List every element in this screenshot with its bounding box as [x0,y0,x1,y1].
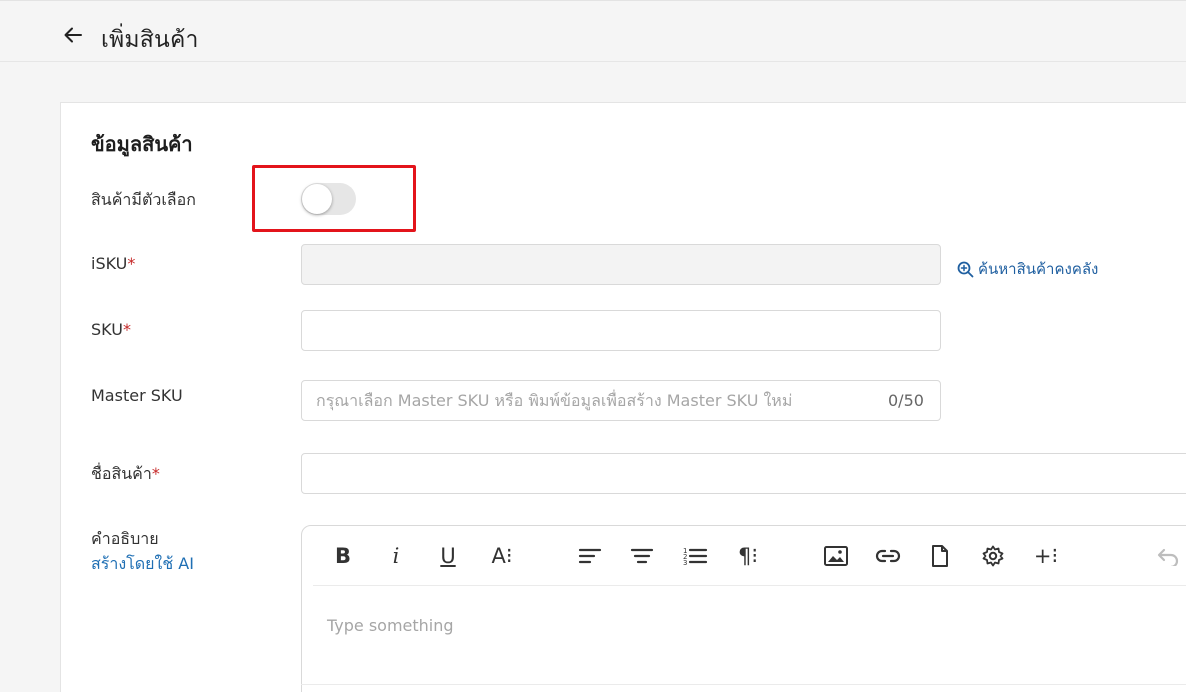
italic-button[interactable]: i [378,540,414,572]
sku-label-text: SKU [91,320,123,339]
product-name-label: ชื่อสินค้า* [91,462,160,487]
isku-label-text: iSKU [91,254,128,273]
section-title: ข้อมูลสินค้า [91,132,193,156]
align-center-icon[interactable] [624,540,660,572]
has-variants-label: สินค้ามีตัวเลือก [91,190,196,209]
product-name-label-text: ชื่อสินค้า [91,464,152,483]
required-mark: * [151,464,160,483]
back-arrow-icon[interactable] [62,24,84,46]
insert-more-button[interactable]: +⁝ [1028,540,1064,572]
search-inventory-link-text: ค้นหาสินค้าคงคลัง [978,260,1099,278]
has-variants-toggle[interactable] [301,183,356,215]
sku-label: SKU* [91,320,131,339]
svg-text:3: 3 [683,559,687,567]
page-title: เพิ่มสินค้า [101,27,199,53]
editor-placeholder: Type something [327,616,454,635]
product-name-input[interactable] [301,453,1186,494]
master-sku-counter: 0/50 [888,391,924,410]
paragraph-format-button[interactable]: ¶⁝ [730,540,766,572]
isku-input [301,244,941,285]
search-inventory-link[interactable]: ค้นหาสินค้าคงคลัง [957,258,1098,280]
align-left-icon[interactable] [572,540,608,572]
editor-bottom-divider [301,684,1186,685]
toolbar-divider [313,585,1186,586]
insert-image-icon[interactable] [818,540,854,572]
font-size-button[interactable]: A⁝ [484,540,520,572]
generate-with-ai-link[interactable]: สร้างโดยใช้ AI [91,552,194,577]
master-sku-label: Master SKU [91,386,183,405]
insert-link-icon[interactable] [870,540,906,572]
zoom-in-icon [957,261,974,277]
required-mark: * [122,320,131,339]
underline-button[interactable]: U [430,540,466,572]
isku-label: iSKU* [91,254,135,273]
master-sku-input[interactable] [301,380,941,421]
sku-input[interactable] [301,310,941,351]
toggle-knob [302,184,332,214]
insert-file-icon[interactable] [922,540,958,572]
bold-button[interactable]: B [325,540,361,572]
settings-gear-icon[interactable] [975,540,1011,572]
description-label: คำอธิบาย [91,529,159,548]
ordered-list-icon[interactable]: 123 [677,540,713,572]
required-mark: * [127,254,136,273]
undo-icon[interactable] [1152,540,1182,572]
